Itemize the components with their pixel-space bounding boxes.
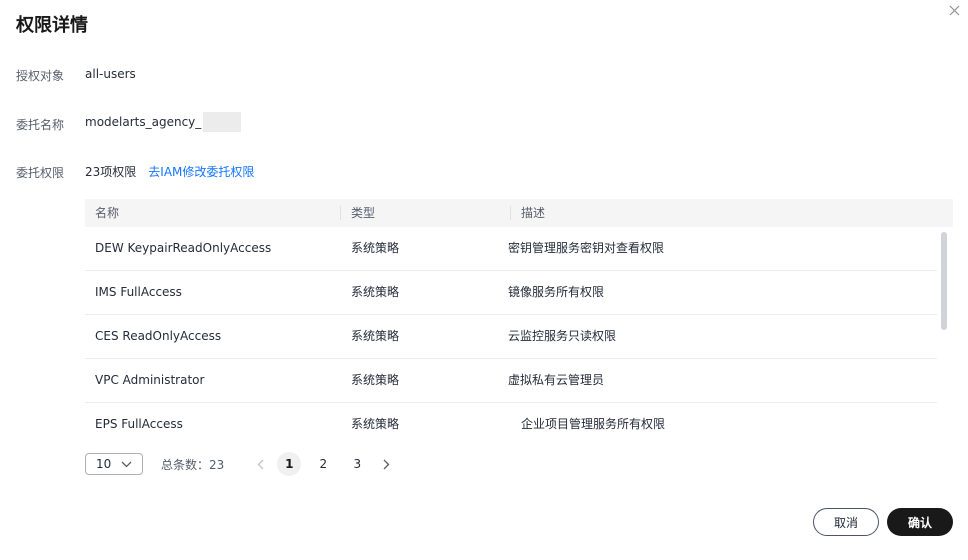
cell-desc: 镜像服务所有权限 [508,285,605,299]
confirm-button[interactable]: 确认 [887,508,953,536]
cell-desc: 云监控服务只读权限 [508,329,617,343]
cell-type: 系统策略 [351,373,400,387]
grantee-value: all-users [85,64,136,84]
permission-value: 23项权限 去IAM修改委托权限 [85,162,254,182]
cell-name: VPC Administrator [95,373,205,387]
cell-name: EPS FullAccess [95,417,183,431]
column-divider [510,206,511,220]
cell-desc: 虚拟私有云管理员 [508,373,605,387]
cell-desc: 密钥管理服务密钥对查看权限 [508,241,665,255]
total-count: 总条数：23 [161,457,225,472]
page-1-button[interactable]: 1 [277,452,302,476]
cell-type: 系统策略 [351,329,400,343]
agency-value: modelarts_agency_ [85,112,242,132]
page-size-select[interactable]: 10 [85,453,143,475]
agency-value-text: modelarts_agency_ [85,115,202,129]
page-3-button[interactable]: 3 [345,452,369,476]
cancel-button[interactable]: 取消 [813,508,879,536]
chevron-left-icon [257,459,264,469]
next-page-button[interactable] [374,452,398,476]
column-divider [340,206,341,220]
agency-label: 委托名称 [16,118,65,132]
table-row: EPS FullAccess 系统策略 企业项目管理服务所有权限 [85,403,937,442]
chevron-right-icon [383,459,390,469]
pagination: 10 总条数：23 1 2 3 [85,452,398,476]
dialog-title: 权限详情 [16,15,88,36]
cell-name: DEW KeypairReadOnlyAccess [95,241,272,255]
grantee-value-text: all-users [85,67,136,81]
close-icon [949,5,959,15]
prev-page-button[interactable] [248,452,272,476]
table-header: 名称 类型 描述 [85,199,953,227]
cell-type: 系统策略 [351,417,400,431]
cell-desc: 企业项目管理服务所有权限 [521,417,666,431]
column-header-type: 类型 [351,206,376,220]
table-row: VPC Administrator 系统策略 虚拟私有云管理员 [85,359,937,403]
chevron-down-icon [121,461,132,467]
table-row: IMS FullAccess 系统策略 镜像服务所有权限 [85,271,937,315]
cell-name: CES ReadOnlyAccess [95,329,222,343]
cell-name: IMS FullAccess [95,285,182,299]
permission-label: 委托权限 [16,166,65,180]
table-row: DEW KeypairReadOnlyAccess 系统策略 密钥管理服务密钥对… [85,227,937,271]
cell-type: 系统策略 [351,285,400,299]
redacted-mask [203,112,242,132]
table-body: DEW KeypairReadOnlyAccess 系统策略 密钥管理服务密钥对… [85,227,953,442]
iam-modify-link[interactable]: 去IAM修改委托权限 [148,162,254,182]
column-header-desc: 描述 [521,206,546,220]
table-scrollbar[interactable] [941,232,947,330]
column-header-name: 名称 [95,206,120,220]
page-2-button[interactable]: 2 [311,452,335,476]
page-size-value: 10 [96,457,112,471]
close-button[interactable] [946,2,962,18]
grantee-label: 授权对象 [16,69,65,83]
table-row: CES ReadOnlyAccess 系统策略 云监控服务只读权限 [85,315,937,359]
cell-type: 系统策略 [351,241,400,255]
permission-table: 名称 类型 描述 DEW KeypairReadOnlyAccess 系统策略 … [85,199,953,442]
permission-count: 23项权限 [85,165,137,179]
